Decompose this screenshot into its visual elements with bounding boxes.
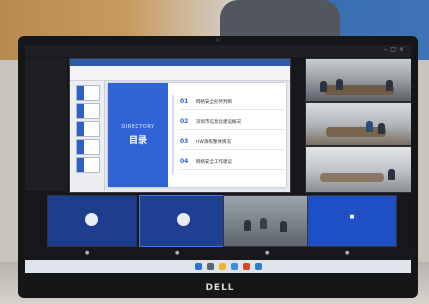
meeting-control-bar: ● ● ● ● (25, 249, 411, 259)
leave-icon[interactable]: ● (345, 250, 349, 256)
meeting-title-bar: –□× (25, 45, 411, 57)
participant (366, 121, 373, 132)
slide-heading-en: DIRECTORY (121, 124, 155, 130)
camera-icon[interactable]: ● (175, 250, 179, 256)
avatar-icon (85, 213, 98, 226)
participant-tile[interactable] (47, 195, 137, 247)
participant-video[interactable] (305, 102, 411, 146)
agenda-number: 03 (180, 138, 189, 145)
start-icon[interactable] (195, 263, 202, 270)
webcam-icon (216, 38, 220, 42)
agenda-text: HW演练整体情况 (196, 140, 231, 145)
slide-title-panel: DIRECTORY 目录 (108, 83, 168, 187)
slide-thumbnail[interactable] (76, 139, 100, 155)
agenda-item: 01 网络安全形势判断 (180, 95, 284, 111)
share-icon[interactable]: ● (265, 250, 269, 256)
chevron-right-icon[interactable]: › (401, 157, 404, 166)
os-taskbar (25, 260, 411, 273)
participant-tile[interactable]: ■ (307, 195, 397, 247)
meeting-app-icon[interactable] (255, 263, 262, 270)
agenda-item: 03 HW演练整体情况 (180, 135, 284, 151)
agenda-text: 网络安全形势判断 (196, 100, 232, 105)
slide-thumbnail[interactable] (76, 121, 100, 137)
participant (386, 80, 393, 91)
share-sidebar (25, 58, 67, 191)
participant (260, 218, 267, 229)
participant (378, 123, 385, 134)
agenda-item: 02 深圳市信息化建设概况 (180, 115, 284, 131)
current-slide: DIRECTORY 目录 01 网络安全形势判断 02 深圳市信息化建设概况 0… (108, 83, 286, 187)
slide-divider (172, 95, 174, 175)
agenda-item: 04 网络安全工作建议 (180, 155, 284, 171)
folder-icon[interactable] (219, 263, 226, 270)
slide-thumbnails (70, 81, 105, 191)
ppt-title-bar (70, 59, 290, 66)
slide-thumbnail[interactable] (76, 85, 100, 101)
avatar-icon (177, 213, 190, 226)
participant (388, 169, 395, 180)
participant (320, 81, 327, 92)
mic-icon[interactable]: ● (85, 250, 89, 256)
slide-thumbnail[interactable] (76, 103, 100, 119)
meeting-table (324, 85, 394, 95)
powerpoint-icon[interactable] (243, 263, 250, 270)
meeting-table (326, 127, 386, 137)
slide-thumbnail[interactable] (76, 157, 100, 173)
agenda-text: 网络安全工作建议 (196, 160, 232, 165)
participant (280, 221, 287, 232)
agenda-number: 02 (180, 118, 189, 125)
shared-screen[interactable]: DIRECTORY 目录 01 网络安全形势判断 02 深圳市信息化建设概况 0… (69, 58, 291, 193)
slide-heading-cn: 目录 (128, 136, 147, 146)
participant-video[interactable] (305, 58, 411, 102)
participant-tile[interactable] (139, 195, 229, 247)
agenda-text: 深圳市信息化建设概况 (196, 120, 241, 125)
meeting-table (320, 173, 384, 182)
participant (244, 220, 251, 231)
window-controls-icon[interactable]: –□× (384, 46, 407, 53)
search-icon[interactable] (207, 263, 214, 270)
agenda-number: 01 (180, 98, 189, 105)
participant-video[interactable] (305, 146, 411, 193)
participant-tile[interactable] (223, 195, 313, 247)
monitor-brand-logo: DELL (205, 283, 235, 293)
participant (336, 79, 343, 90)
ppt-ribbon (70, 66, 290, 81)
monitor-screen: –□× DIRECTORY 目录 01 网络安全形势判断 02 深圳市信息化建设… (25, 45, 411, 273)
browser-icon[interactable] (231, 263, 238, 270)
tile-logo: ■ (349, 214, 355, 220)
agenda-number: 04 (180, 158, 189, 165)
